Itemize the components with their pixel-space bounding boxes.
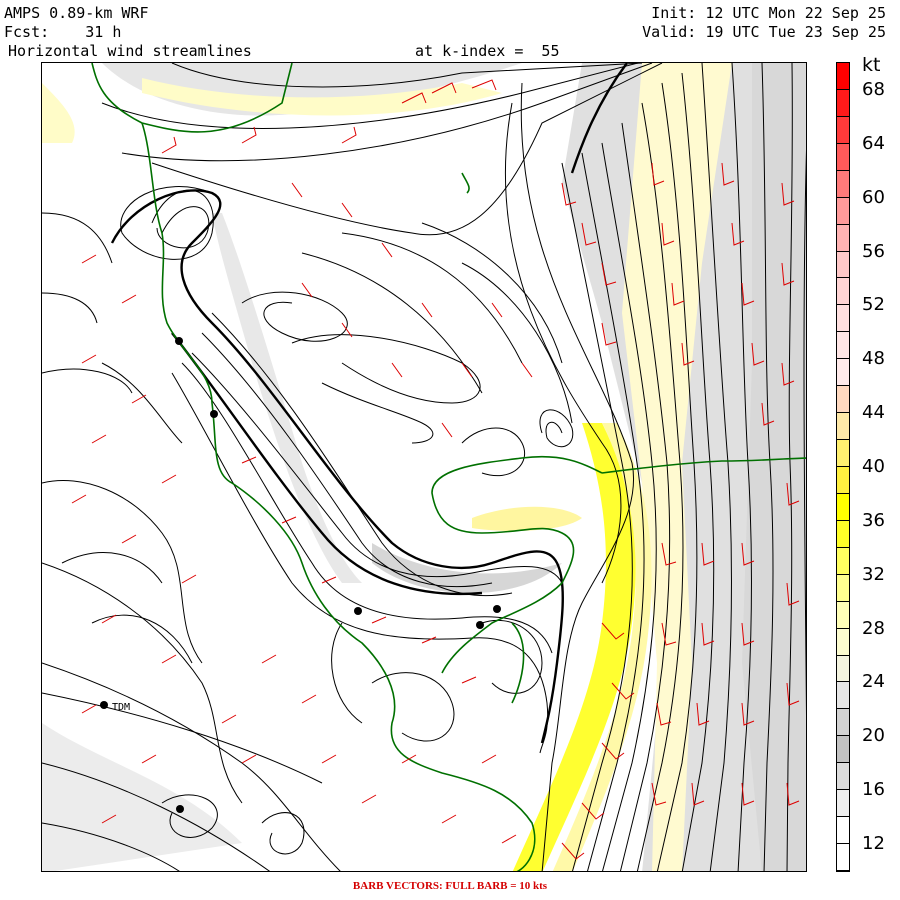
station-dot [175,337,183,345]
station-dot [476,621,484,629]
colorbar-tick-label: 44 [862,402,885,424]
colorbar-tick-label: 16 [862,779,885,801]
colorbar-tick-label: 40 [862,456,885,477]
colorbar-tick-label: 24 [862,671,885,693]
field-name: Horizontal wind streamlines [8,42,252,60]
colorbar-segment [837,574,849,602]
station-dot [210,410,218,418]
colorbar-segment [837,359,849,387]
colorbar-segment [837,790,849,818]
colorbar-segment [837,844,849,871]
colorbar-segment [837,170,849,198]
colorbar-segment [837,89,849,117]
colorbar-segment [837,520,849,548]
colorbar-segment [837,817,849,845]
station-dot [354,607,362,615]
level-index: at k-index = 55 [415,42,560,60]
colorbar-tick-label: 32 [862,563,885,585]
colorbar-segment [837,305,849,333]
barb-legend: BARB VECTORS: FULL BARB = 10 kts [352,880,548,892]
init-time: Init: 12 UTC Mon 22 Sep 25 [651,4,886,22]
colorbar-tick-label: 60 [862,186,885,208]
colorbar-segment [837,116,849,144]
colorbar-segment [837,709,849,737]
colorbar-segment [837,224,849,252]
colorbar-segment [837,736,849,764]
colorbar-segment [837,601,849,629]
station-dot-tdm [100,701,108,709]
station-dot [176,805,184,813]
colorbar-tick-label: 12 [862,833,885,855]
colorbar-segment [837,440,849,467]
colorbar-tick-label: 36 [862,509,885,531]
colorbar-tick-label: 20 [862,725,885,747]
colorbar-segment [837,386,849,414]
colorbar-segment [837,763,849,791]
colorbar-segment [837,655,849,683]
colorbar-segment [837,251,849,279]
colorbar-tick-label: 64 [862,132,885,154]
colorbar [836,62,850,872]
colorbar-unit: kt [862,54,881,76]
wind-map: TDM [41,62,807,872]
forecast-hour: Fcst: 31 h [4,23,122,41]
station-dot [493,605,501,613]
colorbar-segment [837,493,849,521]
colorbar-segment [837,278,849,306]
station-label-tdm: TDM [112,702,130,713]
colorbar-segment [837,682,849,710]
colorbar-tick-label: 28 [862,617,885,639]
colorbar-segment [837,413,849,441]
colorbar-segment [837,628,849,656]
colorbar-segment [837,63,849,90]
colorbar-tick-label: 56 [862,240,885,262]
colorbar-tick-label: 52 [862,294,885,316]
valid-time: Valid: 19 UTC Tue 23 Sep 25 [642,23,886,41]
model-title: AMPS 0.89-km WRF [4,4,149,22]
colorbar-segment [837,143,849,171]
colorbar-tick-label: 68 [862,78,885,100]
colorbar-tick-label: 48 [862,348,885,370]
colorbar-segment [837,467,849,494]
colorbar-segment [837,547,849,575]
colorbar-segment [837,197,849,225]
map-canvas: TDM [42,63,806,871]
colorbar-segment [837,332,849,360]
